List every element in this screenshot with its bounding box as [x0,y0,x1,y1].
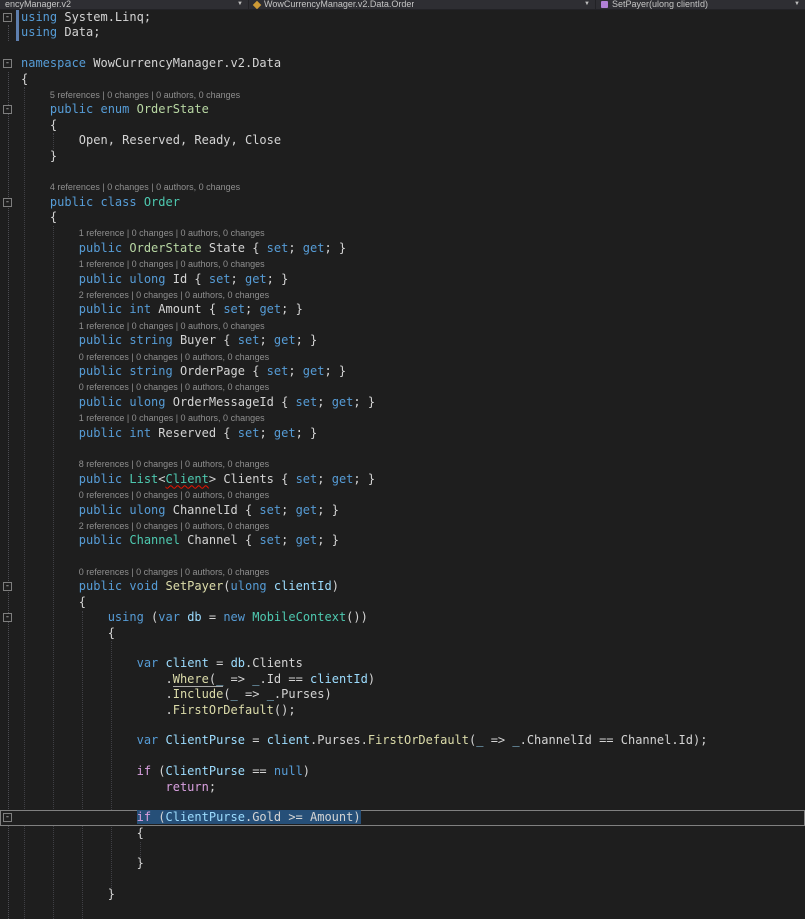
fold-collapse-button[interactable]: - [3,613,12,623]
change-tracking-bar [16,25,19,41]
fold-collapse-button[interactable]: - [3,59,12,69]
codelens-indicator[interactable]: 0 references | 0 changes | 0 authors, 0 … [0,487,805,502]
code-line: } [136,856,144,871]
codelens-indicator[interactable]: 2 references | 0 changes | 0 authors, 0 … [0,287,805,302]
code-line: { [21,71,29,86]
codelens-indicator[interactable]: 2 references | 0 changes | 0 authors, 0 … [0,518,805,533]
code-line: public string Buyer { set; get; } [78,333,318,348]
codelens-indicator[interactable]: 1 reference | 0 changes | 0 authors, 0 c… [0,225,805,240]
code-line: { [136,825,144,840]
code-line: var ClientPurse = client.Purses.FirstOrD… [136,733,708,748]
fold-collapse-button[interactable]: - [3,13,12,22]
member-dropdown-label: SetPayer(ulong clientId) [612,0,709,9]
codelens-indicator[interactable]: 0 references | 0 changes | 0 authors, 0 … [0,564,805,579]
chevron-down-icon: ▼ [794,1,800,7]
code-line: if (ClientPurse.Gold >= Amount) - [0,810,805,826]
project-dropdown[interactable]: encyManager.v2 ▼ [0,0,249,9]
code-line: { [49,117,58,132]
type-dropdown[interactable]: WowCurrencyManager.v2.Data.Order ▼ [249,0,596,9]
fold-collapse-button[interactable]: - [3,197,12,207]
code-line: } [107,887,115,902]
chevron-down-icon: ▼ [584,1,590,7]
code-line: .FirstOrDefault(); [165,702,296,717]
code-line: } [49,148,58,163]
fold-collapse-button[interactable]: - [3,105,12,115]
code-line: { [49,210,58,225]
codelens-indicator[interactable]: 4 references | 0 changes | 0 authors, 0 … [0,179,805,194]
code-line: public ulong Id { set; get; } [78,271,289,286]
code-line: public Channel Channel { set; get; } [78,533,339,548]
class-icon [252,0,262,9]
code-line: public int Amount { set; get; } [78,302,303,317]
code-line: { [107,625,115,640]
code-line: public List<Client> Clients { set; get; … [78,471,376,486]
codelens-indicator[interactable]: 0 references | 0 changes | 0 authors, 0 … [0,349,805,364]
code-line: using System.Linq; - [3,10,152,26]
code-line: var client = db.Clients [136,656,303,671]
member-dropdown[interactable]: SetPayer(ulong clientId) ▼ [596,0,805,9]
method-icon [601,1,608,8]
codelens-indicator[interactable]: 1 reference | 0 changes | 0 authors, 0 c… [0,256,805,271]
code-line: .Where(_ => _.Id == clientId) [165,671,376,687]
code-line: if (ClientPurse == null) [136,764,311,779]
code-line: { [78,594,87,609]
chevron-down-icon: ▼ [237,1,243,7]
codelens-indicator[interactable]: 1 reference | 0 changes | 0 authors, 0 c… [0,318,805,333]
code-line: public OrderState State { set; get; } [78,240,347,255]
code-line: public void SetPayer(ulong clientId) - [3,579,339,594]
code-line: public int Reserved { set; get; } [78,425,318,440]
code-line: using Data; [0,25,805,41]
selection-highlight: if (ClientPurse.Gold >= Amount) [136,810,361,825]
codelens-indicator[interactable]: 1 reference | 0 changes | 0 authors, 0 c… [0,410,805,425]
fold-collapse-button[interactable]: - [3,813,12,823]
code-line: public ulong ChannelId { set; get; } [78,502,339,517]
code-line: namespace WowCurrencyManager.v2.Data - [3,56,282,71]
code-line: public enum OrderState - [3,102,209,117]
code-line: public class Order - [3,194,180,209]
fold-collapse-button[interactable]: - [3,582,12,592]
codelens-indicator[interactable]: 8 references | 0 changes | 0 authors, 0 … [0,456,805,471]
code-line: .Include(_ => _.Purses) [165,687,332,702]
code-editor[interactable]: using System.Linq; - using Data; namespace … [0,10,805,919]
code-line: using (var db = new MobileContext()) - [3,610,368,625]
project-dropdown-label: encyManager.v2 [5,0,72,9]
code-line: Open, Reserved, Ready, Close [78,133,282,148]
change-tracking-bar [16,10,19,26]
type-dropdown-label: WowCurrencyManager.v2.Data.Order [264,0,415,9]
code-line: return; [165,779,217,794]
codelens-indicator[interactable]: 0 references | 0 changes | 0 authors, 0 … [0,379,805,394]
codelens-indicator[interactable]: 5 references | 0 changes | 0 authors, 0 … [0,87,805,102]
code-line: public string OrderPage { set; get; } [78,363,347,378]
navigation-bar: encyManager.v2 ▼ WowCurrencyManager.v2.D… [0,0,805,10]
code-line: public ulong OrderMessageId { set; get; … [78,394,376,409]
